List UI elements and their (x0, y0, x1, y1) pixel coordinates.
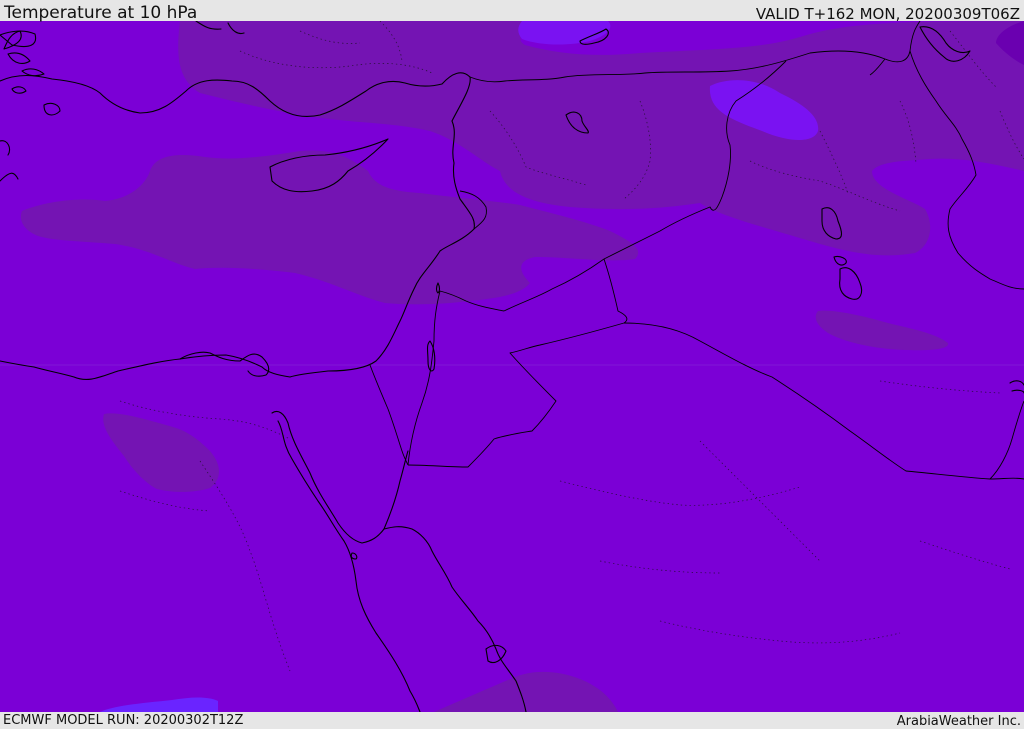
map-title: Temperature at 10 hPa (4, 3, 198, 23)
valid-time: VALID T+162 MON, 20200309T06Z (755, 5, 1020, 23)
header-bar: Temperature at 10 hPa VALID T+162 MON, 2… (0, 0, 1024, 23)
credit-label: ArabiaWeather Inc. (896, 714, 1021, 729)
model-run-label: ECMWF MODEL RUN: 20200302T12Z (3, 713, 244, 728)
temperature-map[interactable] (0, 21, 1024, 712)
weather-map-frame: Temperature at 10 hPa VALID T+162 MON, 2… (0, 0, 1024, 729)
map-canvas (0, 21, 1024, 712)
footer-bar: ECMWF MODEL RUN: 20200302T12Z ArabiaWeat… (0, 712, 1024, 729)
